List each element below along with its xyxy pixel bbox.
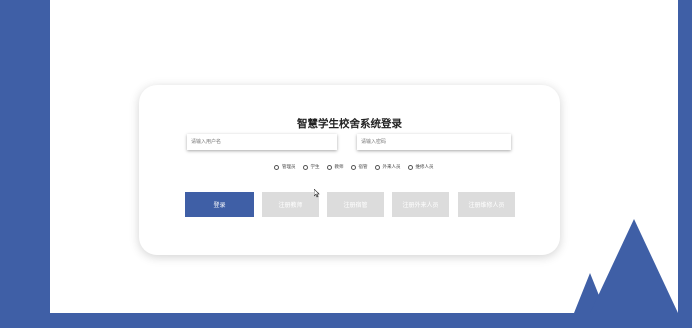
radio-button[interactable]: [326, 164, 332, 170]
role-label: 外来人员: [382, 165, 401, 170]
role-option-student[interactable]: 学生: [302, 164, 320, 170]
role-label: 宿管: [358, 165, 368, 170]
role-option-visitor[interactable]: 外来人员: [374, 164, 401, 170]
role-option-teacher[interactable]: 教师: [326, 164, 344, 170]
role-label: 管理员: [282, 165, 296, 170]
radio-button[interactable]: [302, 164, 308, 170]
role-label: 维修人员: [415, 165, 434, 170]
mountain-decoration-large: [590, 219, 678, 313]
role-option-admin[interactable]: 管理员: [274, 164, 296, 170]
page-background: 智慧学生校舍系统登录 管理员 学生 教师 宿管 外来人员: [50, 0, 678, 313]
radio-button[interactable]: [407, 164, 413, 170]
role-label: 学生: [310, 165, 320, 170]
username-input[interactable]: [187, 134, 337, 150]
register-maintenance-button[interactable]: 注册维修人员: [458, 192, 515, 217]
radio-button[interactable]: [350, 164, 356, 170]
login-card: 智慧学生校舍系统登录 管理员 学生 教师 宿管 外来人员: [139, 85, 560, 255]
register-teacher-button[interactable]: 注册教师: [262, 192, 319, 217]
register-dorm-manager-button[interactable]: 注册宿管: [327, 192, 384, 217]
password-input[interactable]: [357, 134, 511, 150]
role-label: 教师: [334, 165, 344, 170]
radio-button[interactable]: [274, 164, 279, 170]
mouse-cursor-icon: [314, 189, 320, 198]
register-visitor-button[interactable]: 注册外来人员: [392, 192, 449, 217]
page-title: 智慧学生校舍系统登录: [297, 118, 402, 130]
role-radio-group: 管理员 学生 教师 宿管 外来人员 维修人员: [274, 164, 434, 170]
radio-button[interactable]: [374, 164, 380, 170]
role-option-dorm-manager[interactable]: 宿管: [350, 164, 368, 170]
role-option-maintenance[interactable]: 维修人员: [407, 164, 434, 170]
login-button[interactable]: 登录: [185, 192, 254, 217]
